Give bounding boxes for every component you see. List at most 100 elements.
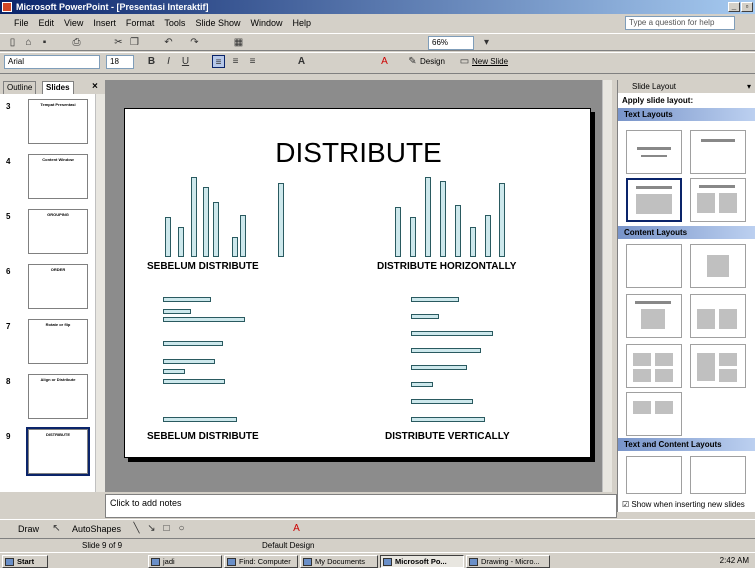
shape-bar[interactable]: [411, 365, 467, 370]
align-right-icon[interactable]: ≡: [246, 55, 259, 68]
shape-bar[interactable]: [232, 237, 238, 257]
shape-bar[interactable]: [485, 215, 491, 257]
slide-canvas[interactable]: DISTRIBUTE SEBELUM DISTRIBUTE DISTRIBUTE…: [124, 108, 591, 458]
slide-thumbnail-4[interactable]: Content Window: [28, 154, 88, 199]
task-my-documents[interactable]: My Documents: [300, 555, 378, 568]
shape-bar[interactable]: [213, 202, 219, 257]
menu-help[interactable]: Help: [287, 14, 316, 32]
oval-icon[interactable]: ○: [175, 522, 188, 535]
layout-title-text[interactable]: [626, 178, 682, 222]
task-pane-menu-icon[interactable]: ▾: [747, 80, 751, 93]
tab-outline[interactable]: Outline: [3, 81, 37, 94]
font-size-select[interactable]: 18: [106, 55, 134, 69]
slide-title[interactable]: DISTRIBUTE: [125, 137, 592, 169]
shape-bar[interactable]: [411, 382, 433, 387]
shape-bar[interactable]: [240, 215, 246, 257]
shape-bar[interactable]: [163, 309, 191, 314]
slide-thumbnail-7[interactable]: Rotate or flip: [28, 319, 88, 364]
slide-thumbnail-6[interactable]: ORDER: [28, 264, 88, 309]
font-color-icon[interactable]: A: [378, 55, 391, 68]
menu-edit[interactable]: Edit: [34, 14, 60, 32]
new-icon[interactable]: ▯: [6, 36, 19, 49]
bold-icon[interactable]: B: [145, 55, 158, 68]
table-icon[interactable]: ▦: [232, 36, 245, 49]
slide-thumbnail-8[interactable]: Align or Distribute: [28, 374, 88, 419]
draw-menu[interactable]: Draw: [18, 524, 39, 534]
show-layouts-checkbox[interactable]: ☑ Show when inserting new slides: [622, 500, 745, 509]
increase-font-icon[interactable]: A: [295, 55, 308, 68]
design-button[interactable]: Design: [420, 57, 445, 66]
autoshapes-menu[interactable]: AutoShapes: [72, 524, 121, 534]
shape-bar[interactable]: [455, 205, 461, 257]
save-icon[interactable]: ▪: [38, 36, 51, 49]
menu-format[interactable]: Format: [121, 14, 160, 32]
close-panel-icon[interactable]: ×: [92, 81, 98, 92]
new-slide-icon[interactable]: ▭: [458, 55, 471, 68]
layout-text-content[interactable]: [626, 456, 682, 494]
layout-two-column[interactable]: [690, 178, 746, 222]
font-color-draw-icon[interactable]: A: [290, 522, 303, 535]
shape-bar[interactable]: [163, 341, 223, 346]
notes-pane[interactable]: Click to add notes: [105, 494, 617, 518]
arrow-icon[interactable]: ↘: [145, 522, 158, 535]
minimize-button[interactable]: _: [728, 2, 740, 12]
shape-bar[interactable]: [163, 369, 185, 374]
layout-blank[interactable]: [626, 244, 682, 288]
line-icon[interactable]: ╲: [130, 522, 143, 535]
caption-before-2[interactable]: SEBELUM DISTRIBUTE: [147, 431, 259, 442]
cut-icon[interactable]: ✂: [112, 36, 125, 49]
shape-bar[interactable]: [163, 297, 211, 302]
shape-bar[interactable]: [278, 183, 284, 257]
thumbnails-scrollbar[interactable]: [95, 94, 105, 492]
italic-icon[interactable]: I: [162, 55, 175, 68]
redo-icon[interactable]: ↷: [188, 36, 201, 49]
shape-bar[interactable]: [411, 314, 439, 319]
shape-bar[interactable]: [411, 417, 485, 422]
layout-four-content[interactable]: [626, 344, 682, 388]
layout-content[interactable]: [690, 244, 746, 288]
caption-before-1[interactable]: SEBELUM DISTRIBUTE: [147, 261, 259, 272]
shape-bar[interactable]: [470, 227, 476, 257]
shape-bar[interactable]: [411, 331, 493, 336]
shape-bar[interactable]: [425, 177, 431, 257]
menu-insert[interactable]: Insert: [88, 14, 121, 32]
shape-bar[interactable]: [203, 187, 209, 257]
menu-tools[interactable]: Tools: [159, 14, 190, 32]
task-find-computer[interactable]: Find: Computer: [224, 555, 298, 568]
font-select[interactable]: Arial: [4, 55, 100, 69]
undo-icon[interactable]: ↶: [162, 36, 175, 49]
tab-slides[interactable]: Slides: [42, 81, 74, 94]
zoom-dropdown-icon[interactable]: ▾: [480, 36, 493, 49]
shape-bar[interactable]: [410, 217, 416, 257]
shape-bar[interactable]: [163, 379, 225, 384]
slide-thumbnail-9[interactable]: DISTRIBUTE: [26, 427, 90, 476]
layout-title-only[interactable]: [690, 130, 746, 174]
open-icon[interactable]: ⌂: [22, 36, 35, 49]
underline-icon[interactable]: U: [179, 55, 192, 68]
zoom-select[interactable]: 66%: [428, 36, 474, 50]
shape-bar[interactable]: [178, 227, 184, 257]
shape-bar[interactable]: [395, 207, 401, 257]
editor-scrollbar[interactable]: [602, 80, 612, 492]
layout-content-two[interactable]: [690, 344, 746, 388]
shape-bar[interactable]: [191, 177, 197, 257]
menu-file[interactable]: File: [0, 14, 34, 32]
align-center-icon[interactable]: ≡: [229, 55, 242, 68]
shape-bar[interactable]: [411, 399, 473, 404]
shape-bar[interactable]: [163, 359, 215, 364]
caption-after-vertical[interactable]: DISTRIBUTE VERTICALLY: [385, 431, 510, 442]
restore-button[interactable]: ▫: [741, 2, 753, 12]
rectangle-icon[interactable]: □: [160, 522, 173, 535]
print-icon[interactable]: ⎙: [70, 36, 83, 49]
shape-bar[interactable]: [499, 183, 505, 257]
layout-title-slide[interactable]: [626, 130, 682, 174]
copy-icon[interactable]: ❐: [128, 36, 141, 49]
caption-after-horizontal[interactable]: DISTRIBUTE HORIZONTALLY: [377, 261, 516, 272]
shape-bar[interactable]: [440, 181, 446, 257]
shape-bar[interactable]: [163, 417, 237, 422]
slide-thumbnail-3[interactable]: Tempat Presentasi: [28, 99, 88, 144]
select-pointer-icon[interactable]: ↖: [50, 522, 63, 535]
layout-four-content-2[interactable]: [626, 392, 682, 436]
task-drawing[interactable]: Drawing - Micro...: [466, 555, 550, 568]
menu-slide-show[interactable]: Slide Show: [190, 14, 245, 32]
